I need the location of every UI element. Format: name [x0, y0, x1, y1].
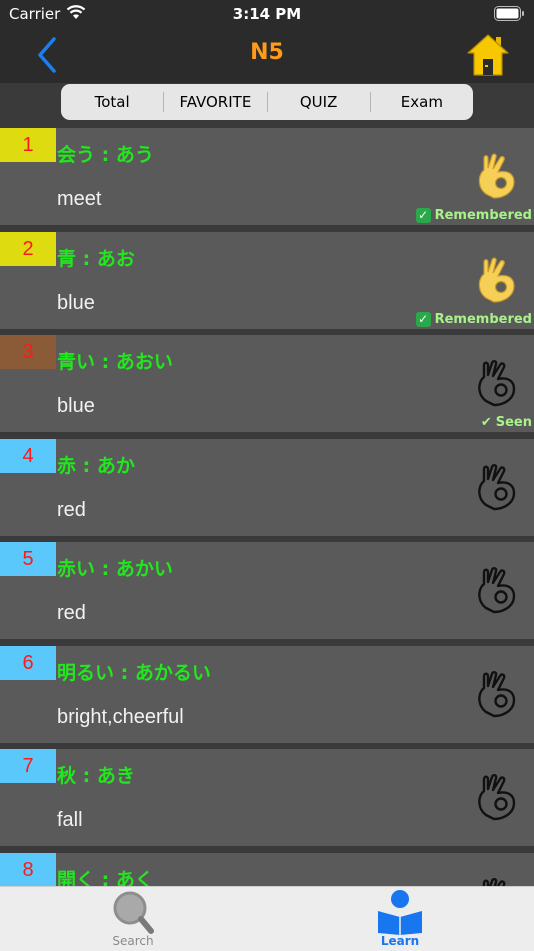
- item-number-badge: 7: [0, 749, 56, 783]
- segmented-control: Total FAVORITE QUIZ Exam: [61, 84, 473, 120]
- ok-hand-outline-icon[interactable]: [474, 668, 520, 718]
- item-number-badge: 1: [0, 128, 56, 162]
- item-word: 赤 : あか: [57, 454, 135, 477]
- item-meaning: fall: [57, 809, 83, 831]
- segment-favorite[interactable]: FAVORITE: [163, 92, 266, 112]
- status-badge: ✓ Remembered: [415, 311, 532, 327]
- item-number-badge: 2: [0, 231, 56, 266]
- tab-search-label: Search: [112, 934, 154, 948]
- item-word: 赤い : あかい: [57, 558, 173, 580]
- battery-icon: [494, 6, 524, 21]
- list-item[interactable]: 5 赤い : あかい red: [0, 542, 534, 639]
- ok-hand-outline-icon[interactable]: [474, 875, 520, 886]
- item-word: 青い : あおい: [57, 351, 173, 373]
- item-number-badge: 6: [0, 645, 56, 680]
- checkmark-icon: ✓: [415, 311, 431, 327]
- list-item[interactable]: 4赤 : あか red: [0, 438, 534, 536]
- item-meaning: bright,cheerful: [57, 705, 184, 728]
- item-meaning: blue: [57, 291, 95, 314]
- status-text: Remembered: [434, 208, 532, 223]
- item-word: 明るい : あかるい: [57, 661, 211, 684]
- ok-hand-outline-icon[interactable]: [474, 461, 520, 511]
- tab-bar: Search Learn: [0, 886, 534, 951]
- ok-hand-outline-icon[interactable]: [474, 771, 520, 821]
- list-item[interactable]: 6 明るい : あかるい bright,cheerful: [0, 645, 534, 743]
- list-item[interactable]: 8 開く : あく: [0, 852, 534, 887]
- item-number-badge: 5: [0, 542, 56, 576]
- item-word: 青 : あお: [57, 247, 135, 270]
- vocabulary-list: 1 会う : あう meet ✓ Remembered 2 青 : あお blue ✓ Remem…: [0, 128, 534, 886]
- item-word: 開く : あく: [57, 868, 154, 887]
- ok-hand-outline-icon[interactable]: [474, 357, 520, 407]
- ok-hand-filled-icon[interactable]: [474, 150, 520, 200]
- status-text: Seen: [495, 415, 532, 430]
- tab-search[interactable]: Search: [68, 887, 198, 951]
- navigation-bar: N5: [0, 30, 534, 83]
- item-number-badge: 3: [0, 335, 56, 369]
- ok-hand-outline-icon[interactable]: [474, 564, 520, 614]
- status-badge: ✔ Seen: [481, 415, 532, 430]
- list-item[interactable]: 3 青い : あおい blue ✔ Seen: [0, 335, 534, 432]
- item-meaning: red: [57, 602, 86, 624]
- segment-quiz[interactable]: QUIZ: [266, 92, 370, 112]
- checkmark-icon: ✔: [480, 415, 492, 430]
- item-meaning: blue: [57, 395, 95, 417]
- item-meaning: red: [57, 498, 86, 521]
- status-time: 3:14 PM: [232, 5, 302, 23]
- home-icon[interactable]: [466, 33, 510, 77]
- item-word: 秋 : あき: [57, 765, 135, 787]
- status-bar: Carrier 3:14 PM: [0, 0, 534, 30]
- list-item[interactable]: 1 会う : あう meet ✓ Remembered: [0, 128, 534, 225]
- page-title: N5: [250, 40, 284, 65]
- segment-exam[interactable]: Exam: [369, 92, 473, 112]
- segment-total[interactable]: Total: [61, 92, 163, 112]
- item-number-badge: 8: [0, 852, 56, 886]
- status-badge: ✓ Remembered: [415, 208, 532, 223]
- reader-icon: [378, 890, 422, 935]
- item-word: 会う : あう: [57, 144, 154, 166]
- item-meaning: meet: [57, 188, 102, 210]
- item-number-badge: 4: [0, 438, 56, 473]
- list-item[interactable]: 7秋 : あき fall: [0, 749, 534, 846]
- status-text: Remembered: [434, 311, 532, 327]
- list-item[interactable]: 2青 : あお blue ✓ Remembered: [0, 231, 534, 329]
- tab-learn-label: Learn: [380, 934, 420, 948]
- checkmark-icon: ✓: [415, 208, 431, 223]
- tab-learn[interactable]: Learn: [335, 887, 465, 951]
- magnifier-icon: [113, 891, 154, 934]
- ok-hand-filled-icon[interactable]: [474, 254, 520, 304]
